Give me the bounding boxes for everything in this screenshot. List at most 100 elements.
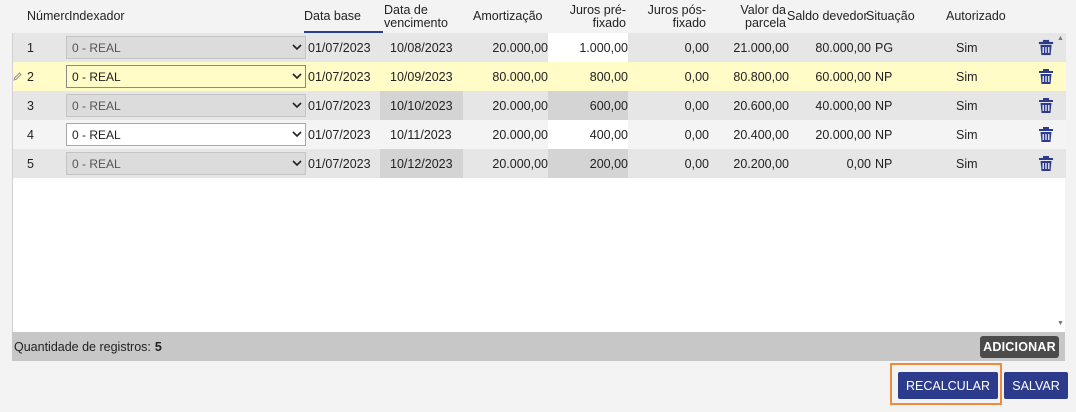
cell-data-vencimento: 10/12/2023 xyxy=(380,149,463,178)
cell-data-base: 01/07/2023 xyxy=(308,127,371,142)
trash-icon[interactable] xyxy=(1038,155,1054,172)
cell-amortizacao: 20.000,00 xyxy=(492,98,548,113)
header-numero[interactable]: Número xyxy=(27,0,69,33)
cell-autorizado: Sim xyxy=(956,127,978,142)
cell-numero: 1 xyxy=(27,40,34,55)
indexador-select[interactable]: 0 - REAL xyxy=(66,65,306,88)
cell-situacao: NP xyxy=(875,127,893,142)
indexador-select-value: 0 - REAL xyxy=(72,127,121,142)
header-saldo-devedor[interactable]: Saldo devedor xyxy=(787,0,868,33)
header-valor-parcela[interactable]: Valor da parcela xyxy=(712,0,786,33)
cell-valor-parcela: 20.600,00 xyxy=(733,98,789,113)
grid-header: Número Indexador Data base Data de vencim… xyxy=(0,0,1076,33)
cell-numero: 3 xyxy=(27,98,34,113)
cell-amortizacao: 20.000,00 xyxy=(492,40,548,55)
indexador-select-value: 0 - REAL xyxy=(72,69,121,84)
cell-valor-parcela: 20.200,00 xyxy=(733,156,789,171)
pencil-icon xyxy=(13,72,22,81)
trash-icon[interactable] xyxy=(1038,97,1054,114)
header-data-base[interactable]: Data base xyxy=(304,0,383,33)
header-autorizado[interactable]: Autorizado xyxy=(946,0,1016,33)
cell-amortizacao: 80.000,00 xyxy=(492,69,548,84)
cell-saldo-devedor: 40.000,00 xyxy=(815,98,871,113)
cell-numero: 2 xyxy=(27,69,34,84)
trash-icon[interactable] xyxy=(1038,39,1054,56)
header-amortizacao[interactable]: Amortização xyxy=(473,0,553,33)
indexador-select-value: 0 - REAL xyxy=(72,156,121,171)
trash-icon[interactable] xyxy=(1038,68,1054,85)
save-button[interactable]: SALVAR xyxy=(1004,372,1068,399)
cell-juros-pos: 0,00 xyxy=(684,127,709,142)
indexador-select-value: 0 - REAL xyxy=(72,98,121,113)
header-data-vencimento[interactable]: Data de vencimento xyxy=(384,0,454,33)
cell-saldo-devedor: 60.000,00 xyxy=(815,69,871,84)
scroll-up-icon[interactable]: ▲ xyxy=(1057,35,1064,42)
cell-data-vencimento: 10/10/2023 xyxy=(380,91,463,120)
row-marker xyxy=(13,91,22,120)
cell-data-base: 01/07/2023 xyxy=(308,40,371,55)
header-juros-pos[interactable]: Juros pós-fixado xyxy=(632,0,706,33)
chevron-down-icon xyxy=(292,102,302,109)
chevron-down-icon xyxy=(292,44,302,51)
grid-footer: Quantidade de registros: 5 xyxy=(12,332,1065,361)
cell-valor-parcela: 20.400,00 xyxy=(733,127,789,142)
record-count-value: 5 xyxy=(154,339,162,354)
header-juros-pre[interactable]: Juros pré-fixado xyxy=(553,0,626,33)
scroll-down-icon[interactable]: ▼ xyxy=(1057,320,1064,327)
table-row[interactable]: 2 0 - REAL 01/07/2023 10/09/2023 80.000,… xyxy=(13,62,1066,91)
cell-situacao: PG xyxy=(875,40,894,55)
cell-juros-pos: 0,00 xyxy=(684,40,709,55)
cell-juros-pre: 600,00 xyxy=(548,91,628,120)
indexador-select-value: 0 - REAL xyxy=(72,40,121,55)
indexador-select[interactable]: 0 - REAL xyxy=(66,123,306,146)
chevron-down-icon xyxy=(292,73,302,80)
cell-autorizado: Sim xyxy=(956,69,978,84)
record-count-label: Quantidade de registros: xyxy=(14,339,151,354)
indexador-select[interactable]: 0 - REAL xyxy=(66,36,306,59)
cell-juros-pre: 1.000,00 xyxy=(548,33,628,62)
header-situacao[interactable]: Situação xyxy=(866,0,926,33)
cell-juros-pre: 200,00 xyxy=(548,149,628,178)
add-button[interactable]: ADICIONAR xyxy=(980,336,1059,358)
cell-data-base: 01/07/2023 xyxy=(308,156,371,171)
vertical-scrollbar[interactable]: ▲ ▼ xyxy=(1055,33,1065,332)
cell-data-vencimento: 10/11/2023 xyxy=(390,127,452,142)
cell-numero: 4 xyxy=(27,127,34,142)
table-row[interactable]: 4 0 - REAL 01/07/2023 10/11/2023 20.000,… xyxy=(13,120,1066,149)
cell-juros-pre: 400,00 xyxy=(548,120,628,149)
cell-data-vencimento: 10/08/2023 xyxy=(390,40,453,55)
row-marker xyxy=(13,149,22,178)
trash-icon[interactable] xyxy=(1038,126,1054,143)
cell-data-base: 01/07/2023 xyxy=(308,98,371,113)
cell-valor-parcela: 80.800,00 xyxy=(733,69,789,84)
cell-amortizacao: 20.000,00 xyxy=(492,127,548,142)
table-row[interactable]: 1 0 - REAL 01/07/2023 10/08/2023 20.000,… xyxy=(13,33,1066,62)
cell-valor-parcela: 21.000,00 xyxy=(733,40,789,55)
cell-situacao: NP xyxy=(875,156,893,171)
row-marker xyxy=(13,33,22,62)
cell-saldo-devedor: 80.000,00 xyxy=(815,40,871,55)
cell-juros-pos: 0,00 xyxy=(684,98,709,113)
cell-juros-pre: 800,00 xyxy=(589,69,628,84)
installments-grid: 1 0 - REAL 01/07/2023 10/08/2023 20.000,… xyxy=(12,33,1066,332)
row-marker xyxy=(13,62,22,91)
cell-numero: 5 xyxy=(27,156,34,171)
cell-data-vencimento: 10/09/2023 xyxy=(390,69,453,84)
header-indexador[interactable]: Indexador xyxy=(69,0,189,33)
cell-autorizado: Sim xyxy=(956,156,978,171)
record-count: Quantidade de registros: 5 xyxy=(14,332,162,361)
indexador-select[interactable]: 0 - REAL xyxy=(66,152,306,175)
cell-data-base: 01/07/2023 xyxy=(308,69,371,84)
cell-amortizacao: 20.000,00 xyxy=(492,156,548,171)
recalculate-button[interactable]: RECALCULAR xyxy=(898,372,998,399)
indexador-select[interactable]: 0 - REAL xyxy=(66,94,306,117)
row-marker xyxy=(13,120,22,149)
cell-saldo-devedor: 20.000,00 xyxy=(815,127,871,142)
cell-juros-pos: 0,00 xyxy=(684,156,709,171)
cell-saldo-devedor: 0,00 xyxy=(846,156,871,171)
table-row[interactable]: 3 0 - REAL 01/07/2023 10/10/2023 20.000,… xyxy=(13,91,1066,120)
cell-autorizado: Sim xyxy=(956,98,978,113)
chevron-down-icon xyxy=(292,160,302,167)
cell-autorizado: Sim xyxy=(956,40,978,55)
table-row[interactable]: 5 0 - REAL 01/07/2023 10/12/2023 20.000,… xyxy=(13,149,1066,178)
